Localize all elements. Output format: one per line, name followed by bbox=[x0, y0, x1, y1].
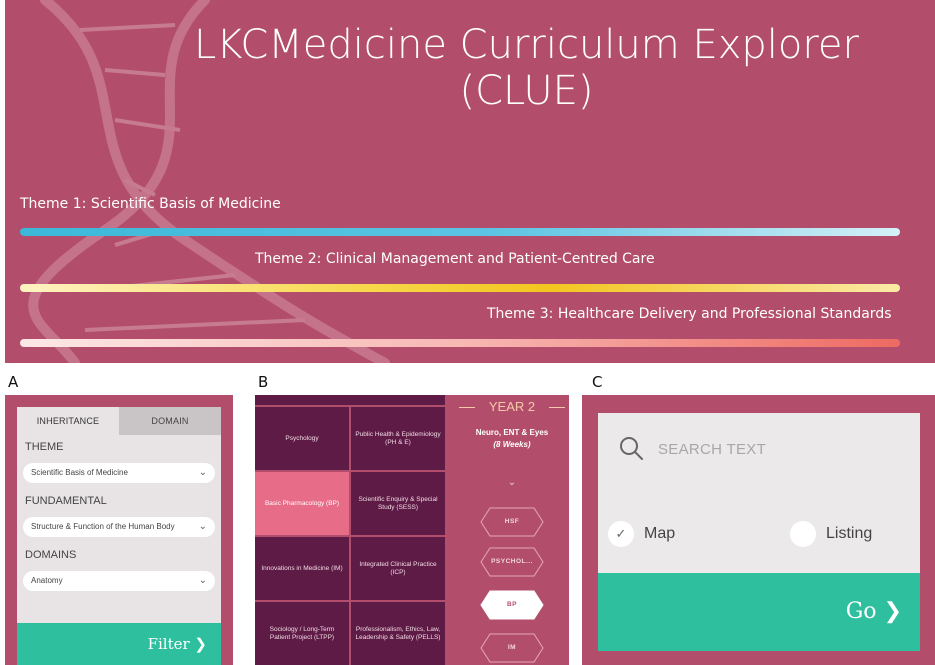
year-description: Neuro, ENT & Eyes (8 Weeks) bbox=[455, 427, 569, 451]
module-cell-ph-e[interactable]: Public Health & Epidemiology (PH & E) bbox=[351, 407, 445, 470]
title-line-1: LKCMedicine Curriculum Explorer bbox=[194, 22, 859, 68]
theme-label: THEME bbox=[25, 441, 64, 453]
hero-banner: LKCMedicine Curriculum Explorer (CLUE) T… bbox=[5, 0, 935, 363]
chevron-down-icon: ⌄ bbox=[198, 467, 207, 478]
chevron-right-icon: ❯ bbox=[883, 599, 902, 624]
module-cell-sess[interactable]: Scientific Enquiry & Special Study (SESS… bbox=[351, 472, 445, 535]
chevron-down-icon[interactable]: ⌄ bbox=[455, 477, 569, 488]
page-title: LKCMedicine Curriculum Explorer (CLUE) bbox=[5, 22, 935, 114]
fundamental-select-value: Structure & Function of the Human Body bbox=[31, 522, 175, 531]
theme-1-label[interactable]: Theme 1: Scientific Basis of Medicine bbox=[20, 196, 281, 212]
search-card: SEARCH TEXT ✓ Map Listing Go ❯ bbox=[598, 413, 920, 651]
module-cell-bp[interactable]: Basic Pharmacology (BP) bbox=[255, 472, 349, 535]
module-cell-im[interactable]: Innovations in Medicine (IM) bbox=[255, 537, 349, 600]
panel-b-letter: B bbox=[258, 373, 269, 391]
search-placeholder: SEARCH TEXT bbox=[658, 441, 767, 458]
chevron-right-icon: ❯ bbox=[194, 635, 207, 653]
search-panel: SEARCH TEXT ✓ Map Listing Go ❯ bbox=[582, 395, 935, 665]
module-cell-psychology[interactable]: Psychology bbox=[255, 407, 349, 470]
year-block-name: Neuro, ENT & Eyes bbox=[475, 428, 549, 437]
domains-select[interactable]: Anatomy ⌄ bbox=[23, 571, 215, 591]
tab-inheritance[interactable]: INHERITANCE bbox=[17, 407, 119, 435]
year-block-duration: (8 Weeks) bbox=[493, 440, 531, 449]
domains-label: DOMAINS bbox=[25, 549, 77, 561]
theme-select[interactable]: Scientific Basis of Medicine ⌄ bbox=[23, 463, 215, 483]
fundamental-label: FUNDAMENTAL bbox=[25, 495, 107, 507]
curriculum-map-panel: Psychology Public Health & Epidemiology … bbox=[255, 395, 569, 665]
fundamental-select[interactable]: Structure & Function of the Human Body ⌄ bbox=[23, 517, 215, 537]
year-title: YEAR 2 bbox=[488, 399, 536, 414]
radio-circle-icon bbox=[790, 521, 816, 547]
module-cell-pells[interactable]: Professionalism, Ethics, Law, Leadership… bbox=[351, 602, 445, 665]
hex-item-bp[interactable]: BP bbox=[480, 590, 544, 620]
go-button-label: Go bbox=[845, 599, 877, 624]
hex-item-im[interactable]: IM bbox=[480, 633, 544, 663]
chevron-down-icon: ⌄ bbox=[198, 575, 207, 586]
hex-item-psychology[interactable]: PSYCHOL... bbox=[480, 547, 544, 577]
theme-2-label[interactable]: Theme 2: Clinical Management and Patient… bbox=[255, 251, 655, 267]
filter-button[interactable]: Filter ❯ bbox=[17, 623, 221, 665]
radio-listing-label: Listing bbox=[826, 525, 873, 542]
theme-3-label[interactable]: Theme 3: Healthcare Delivery and Profess… bbox=[487, 306, 892, 322]
go-button[interactable]: Go ❯ bbox=[598, 573, 920, 651]
module-cell-ltpp[interactable]: Sociology / Long-Term Patient Project (L… bbox=[255, 602, 349, 665]
filter-tabs: INHERITANCE DOMAIN bbox=[17, 407, 221, 435]
title-line-2: (CLUE) bbox=[459, 68, 594, 114]
theme-2-bar[interactable] bbox=[20, 284, 900, 292]
hex-item-label: HSF bbox=[504, 518, 520, 525]
hex-item-hsf[interactable]: HSF bbox=[480, 507, 544, 537]
module-grid: Psychology Public Health & Epidemiology … bbox=[255, 407, 445, 665]
module-cell-icp[interactable]: Integrated Clinical Practice (ICP) bbox=[351, 537, 445, 600]
search-icon bbox=[620, 437, 643, 460]
panel-c-letter: C bbox=[592, 373, 603, 391]
panel-a-letter: A bbox=[8, 373, 19, 391]
theme-select-value: Scientific Basis of Medicine bbox=[31, 468, 128, 477]
search-input[interactable]: SEARCH TEXT bbox=[598, 413, 920, 483]
grid-top-edge bbox=[255, 395, 445, 405]
theme-1-bar[interactable] bbox=[20, 228, 900, 236]
year-column: YEAR 2 Neuro, ENT & Eyes (8 Weeks) ⌄ HSF… bbox=[455, 395, 569, 665]
filter-button-label: Filter bbox=[147, 635, 190, 653]
tab-domain[interactable]: DOMAIN bbox=[119, 407, 221, 435]
hex-item-label: IM bbox=[507, 644, 517, 651]
theme-3-bar[interactable] bbox=[20, 339, 900, 347]
chevron-down-icon: ⌄ bbox=[198, 521, 207, 532]
radio-map[interactable]: ✓ Map bbox=[608, 521, 675, 547]
filter-card: INHERITANCE DOMAIN THEME Scientific Basi… bbox=[17, 407, 221, 657]
domains-select-value: Anatomy bbox=[31, 576, 63, 585]
radio-listing[interactable]: Listing bbox=[790, 521, 872, 547]
hex-item-label: BP bbox=[506, 601, 518, 608]
check-icon: ✓ bbox=[608, 521, 634, 547]
filter-panel: INHERITANCE DOMAIN THEME Scientific Basi… bbox=[5, 395, 233, 665]
radio-map-label: Map bbox=[644, 525, 676, 542]
hex-item-label: PSYCHOL... bbox=[491, 558, 533, 565]
